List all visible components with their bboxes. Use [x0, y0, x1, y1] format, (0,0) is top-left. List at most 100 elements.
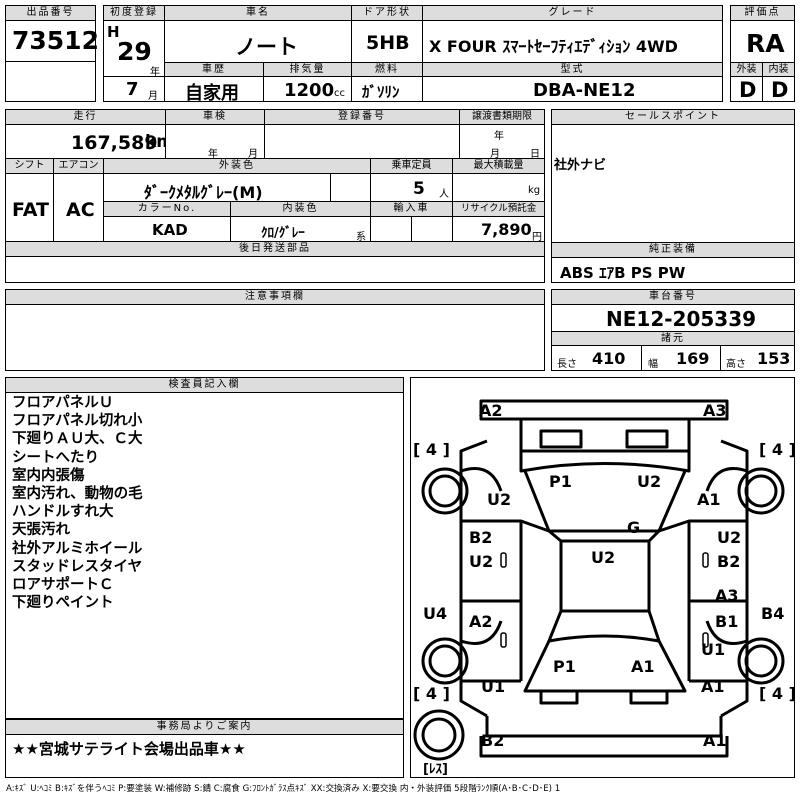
- specs-header: 諸元: [551, 331, 795, 346]
- genuine-equipment: ABS ｴｱB PS PW: [560, 264, 686, 282]
- mark-roof: U2: [591, 548, 615, 567]
- genuine-equipment-header: 純正装備: [551, 242, 795, 258]
- first-registration-month-cell: 7 月: [103, 76, 165, 102]
- chassis-header: 車台番号: [551, 289, 795, 305]
- sales-point-cell: 社外ナビ: [551, 124, 795, 243]
- later-parts-cell: [5, 256, 545, 283]
- exterior-color-cell: ﾀﾞｰｸﾒﾀﾙｸﾞﾚｰ(M): [103, 173, 331, 202]
- lot-number-cell: 73512: [5, 20, 99, 62]
- displacement-cell: 1200 cc: [263, 76, 352, 102]
- interior-color-header: 内装色: [230, 201, 371, 217]
- car-diagram: A2 A3 [ 4 ] [ 4 ] P1 U2 U2 A1 G B2 U2 U2…: [413, 399, 794, 777]
- inspector-notes-header: 検査員記入欄: [5, 377, 404, 393]
- interior-color-cell: ｸﾛ/ｸﾞﾚｰ 系: [230, 216, 371, 243]
- max-load-header: 最大積載量: [452, 158, 545, 174]
- exterior-color: ﾀﾞｰｸﾒﾀﾙｸﾞﾚｰ(M): [144, 183, 263, 202]
- car-diagram-panel: A2 A3 [ 4 ] [ 4 ] P1 U2 U2 A1 G B2 U2 U2…: [410, 377, 795, 778]
- capacity: 5: [413, 179, 425, 199]
- length-cell: 長さ 410: [551, 345, 642, 371]
- history-header: 車歴: [164, 62, 264, 77]
- auction-score: RA: [746, 29, 785, 58]
- door-type-cell: 5HB: [351, 20, 423, 63]
- import-header: 輸入車: [370, 201, 453, 217]
- mark-rear-door-right-b: B1: [715, 612, 738, 631]
- mark-front-right: A3: [703, 401, 727, 420]
- mark-sill-left: U4: [423, 604, 447, 623]
- capacity-unit: 人: [439, 189, 449, 200]
- mark-rear-quarter-right: A1: [701, 677, 725, 696]
- import-cell: [370, 216, 412, 242]
- kg-unit: kg: [528, 185, 541, 196]
- mark-front-left: A2: [479, 401, 503, 420]
- mark-trunk-right: A1: [631, 657, 655, 676]
- mark-windshield: G: [627, 518, 640, 537]
- width-cell: 幅 169: [641, 345, 721, 371]
- mark-hood-left: P1: [549, 472, 572, 491]
- mark-sill-right: B4: [761, 604, 784, 623]
- caution-header: 注意事項欄: [5, 289, 545, 305]
- mark-quarter-right: U1: [701, 640, 725, 659]
- shift-cell: FAT: [5, 173, 54, 242]
- door-type: 5HB: [366, 32, 410, 54]
- shift-header: シフト: [5, 158, 54, 174]
- sales-point-header: セールスポイント: [551, 109, 795, 125]
- fuel-type: ｶﾞｿﾘﾝ: [362, 83, 400, 101]
- exterior-grade-cell: D: [730, 76, 763, 102]
- grade: X FOUR ｽﾏｰﾄｾｰﾌﾃｨｴﾃﾞｨｼｮﾝ 4WD: [429, 37, 678, 56]
- displacement-header: 排気量: [263, 62, 352, 77]
- inspector-notes-list: フロアパネルＵ フロアパネル切れ小 下廻りＡＵ大、Ｃ大 シートへたり 室内内張傷…: [12, 394, 143, 612]
- aircon: AC: [66, 199, 95, 221]
- lot-number: 73512: [12, 26, 99, 55]
- width: 169: [676, 349, 710, 368]
- door-type-header: ドア形状: [351, 5, 423, 21]
- color-number: KAD: [152, 221, 188, 239]
- exterior-color-extra-cell: [330, 173, 371, 202]
- history-cell: 自家用: [164, 76, 264, 104]
- length-label: 長さ: [557, 359, 577, 370]
- sales-point: 社外ナビ: [554, 158, 607, 173]
- shift-type: FAT: [12, 199, 49, 221]
- displacement: 1200: [284, 80, 335, 101]
- mark-rear-door-left: A2: [469, 612, 493, 631]
- score-header: 評価点: [730, 5, 795, 21]
- first-registration-header: 初度登録: [103, 5, 165, 21]
- score-cell: RA: [730, 20, 795, 63]
- interior-header: 内装: [762, 62, 795, 77]
- inspector-notes-panel: 検査員記入欄 フロアパネルＵ フロアパネル切れ小 下廻りＡＵ大、Ｃ大 シートへた…: [5, 377, 404, 719]
- vehicle-history: 自家用: [185, 83, 239, 104]
- inspection-header: 車検: [165, 109, 265, 125]
- transfer-deadline-cell: 年 月 日: [459, 124, 545, 160]
- mark-rear-door-right-a: A3: [715, 586, 739, 605]
- note-line: スタッドレスタイヤ: [12, 558, 143, 575]
- model-cell: DBA-NE12: [422, 76, 723, 102]
- aircon-header: エアコン: [53, 158, 104, 174]
- inspection-cell: 年 月: [165, 124, 265, 160]
- mark-rear-left: B2: [481, 731, 504, 750]
- mark-tire-fr: [ 4 ]: [759, 440, 794, 459]
- transfer-year-unit: 年: [494, 131, 504, 142]
- chassis-number: NE12-205339: [606, 307, 757, 331]
- registration-year: 29: [117, 37, 152, 66]
- first-registration-year-cell: H 29 年: [103, 20, 165, 78]
- height: 153: [757, 349, 791, 368]
- legend: A:ｷｽﾞ U:ﾍｺﾐ B:ｷｽﾞを伴うﾍｺﾐ P:要塗装 W:補修跡 S:錆 …: [6, 784, 561, 794]
- grade-header: グレード: [422, 5, 723, 21]
- recycle-fee-cell: 7,890 円: [452, 216, 545, 243]
- transfer-deadline-header: 譲渡書類期限: [459, 109, 545, 125]
- lot-extra-cell: [5, 61, 96, 102]
- car-name: ノート: [235, 35, 298, 59]
- note-line: 天張汚れ: [12, 522, 70, 539]
- car-name-cell: ノート: [164, 20, 352, 63]
- note-line: 社外アルミホイール: [12, 540, 143, 557]
- model-code: DBA-NE12: [533, 80, 636, 101]
- exterior-color-header: 外装色: [103, 158, 371, 174]
- exterior-header: 外装: [730, 62, 763, 77]
- note-line: ロアサポートＣ: [12, 577, 114, 594]
- mark-door-fl: B2: [469, 528, 492, 547]
- chassis-cell: NE12-205339: [551, 304, 795, 332]
- mark-door-fr: U2: [717, 528, 741, 547]
- exterior-grade: D: [739, 78, 757, 102]
- note-line: ハンドルすれ大: [12, 504, 114, 521]
- mark-tire-rr: [ 4 ]: [759, 684, 794, 703]
- mark-trunk-left: P1: [553, 657, 576, 676]
